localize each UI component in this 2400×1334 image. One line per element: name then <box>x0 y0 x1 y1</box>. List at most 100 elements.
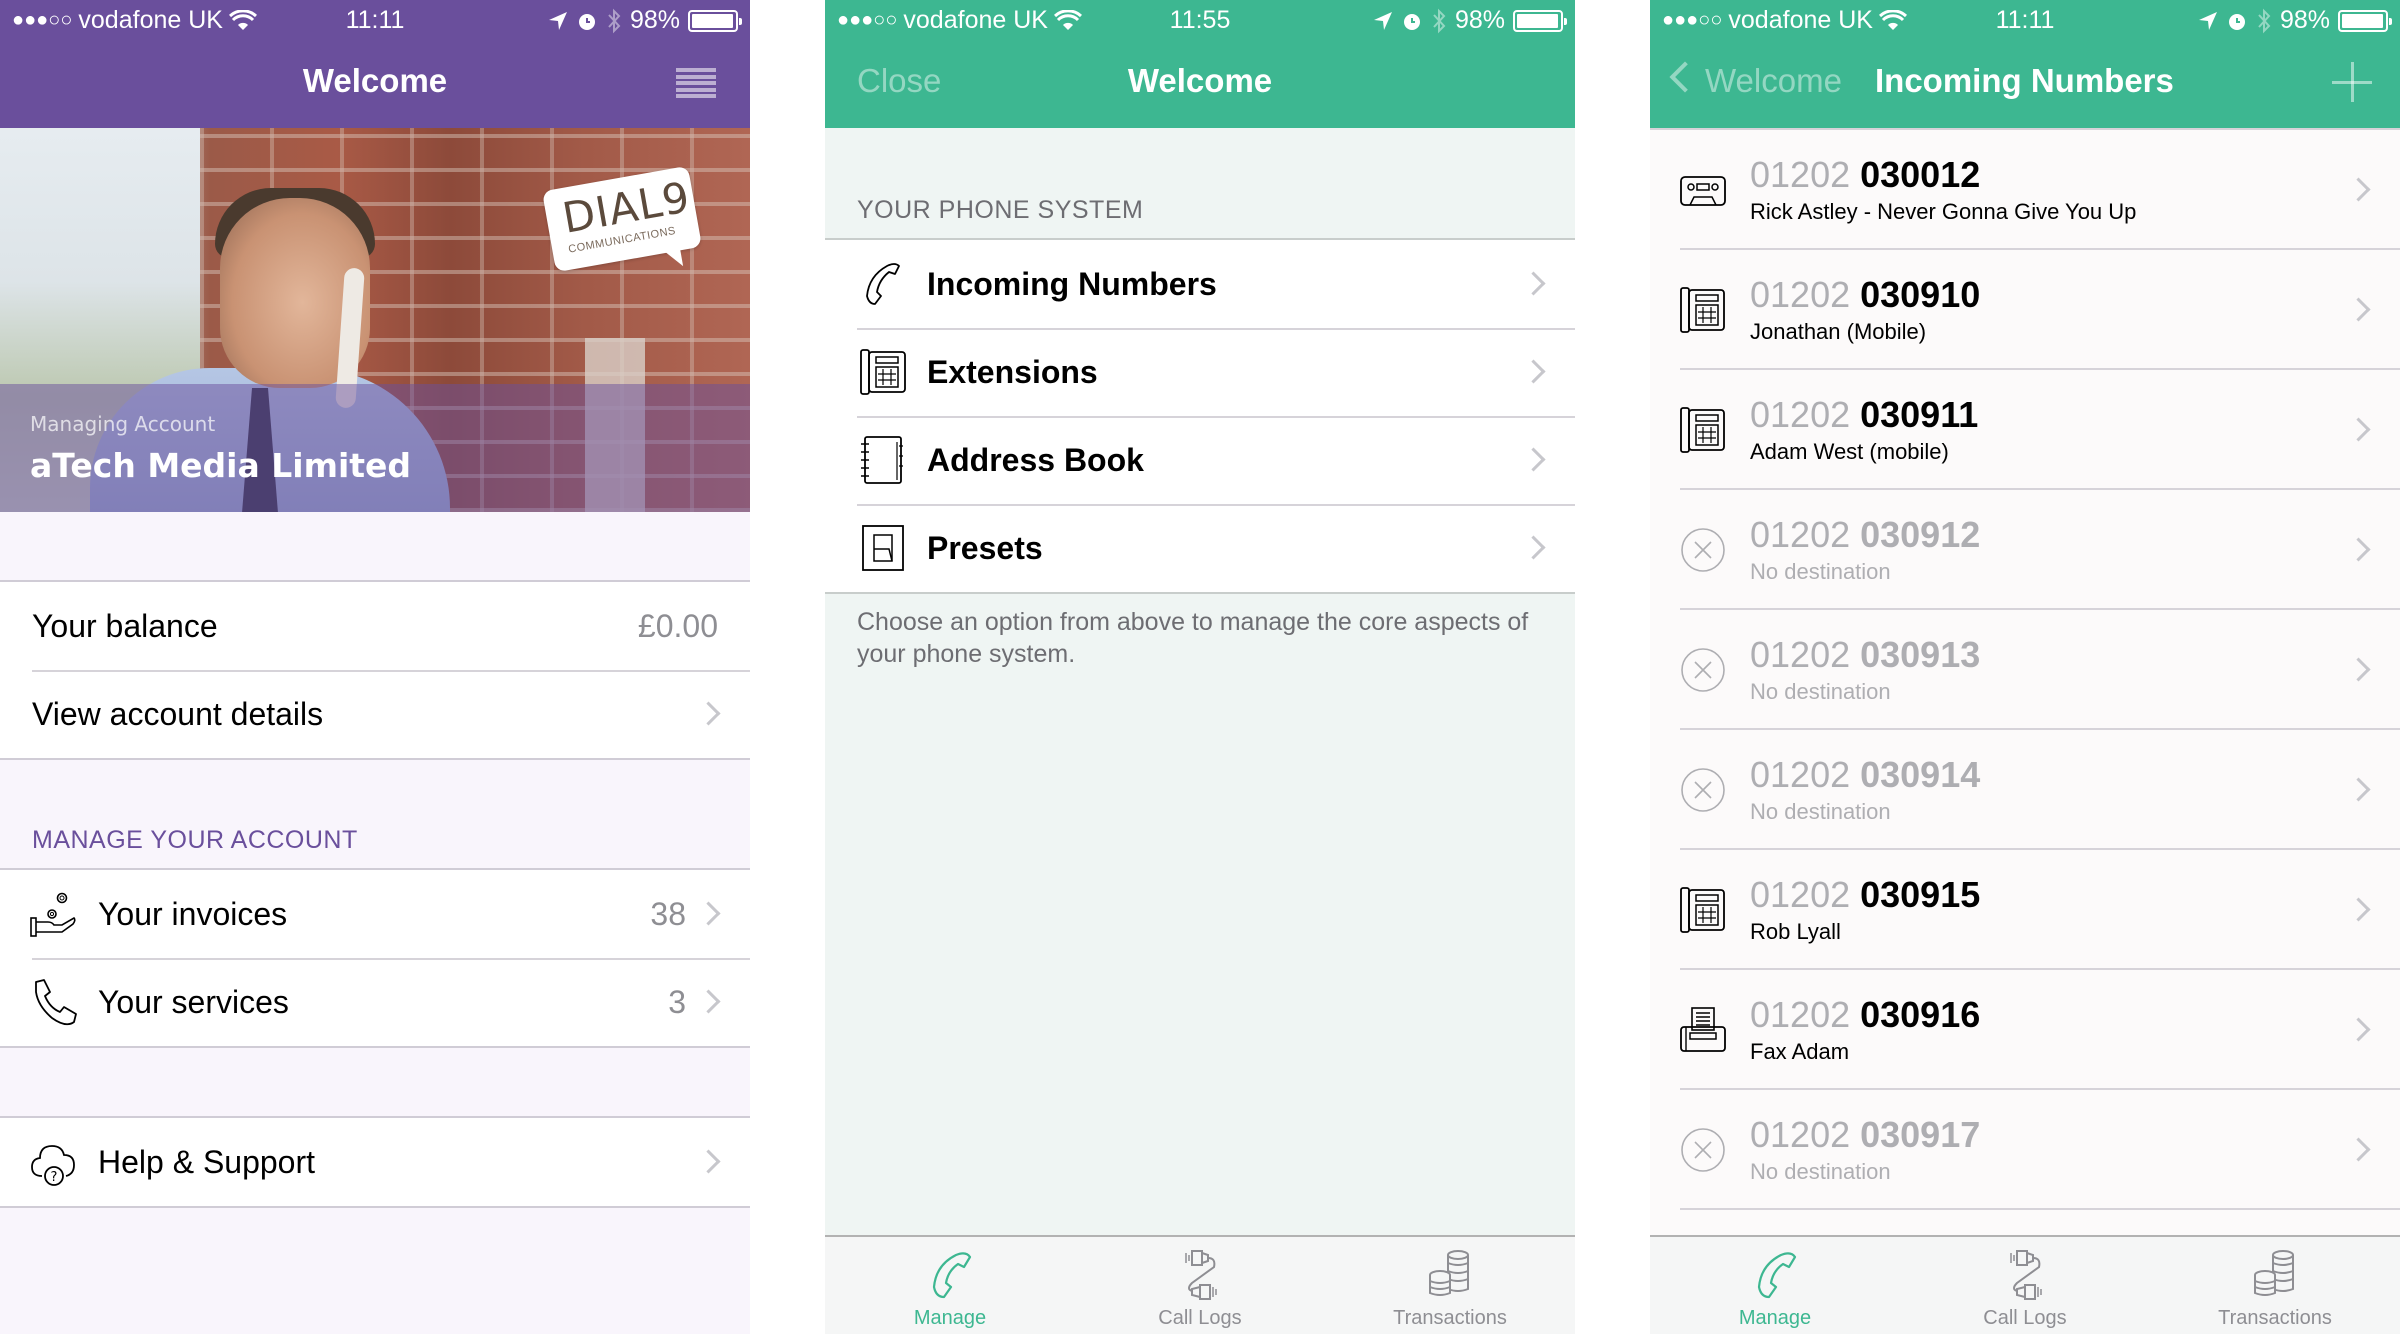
tab-bar: Manage Call Logs Transactions <box>825 1235 1575 1334</box>
services-count: 3 <box>668 983 686 1020</box>
balance-value: £0.00 <box>637 607 718 644</box>
incoming-number-row[interactable]: 01202 030910 Jonathan (Mobile) <box>1650 250 2400 370</box>
tab-manage[interactable]: Manage <box>825 1237 1075 1334</box>
alarm-icon <box>578 13 595 30</box>
chevron-right-icon <box>2350 175 2368 205</box>
account-screen: ●●●○○ vodafone UK 11:11 98% Welcome DIAL <box>0 0 750 1334</box>
bluetooth-icon <box>2258 8 2271 33</box>
number-destination: Adam West (mobile) <box>1750 439 1949 464</box>
presets-row[interactable]: Presets <box>825 504 1575 592</box>
tab-call-logs[interactable]: Call Logs <box>1075 1237 1325 1334</box>
chevron-right-icon <box>700 1147 718 1177</box>
tab-transactions[interactable]: Transactions <box>2150 1237 2400 1334</box>
invoice-count: 38 <box>650 895 686 932</box>
help-group: ? Help & Support <box>0 1116 750 1208</box>
extensions-row[interactable]: Extensions <box>825 328 1575 416</box>
number-digits: 030012 <box>1860 154 1981 195</box>
battery-icon <box>1513 9 1567 32</box>
number-prefix: 01202 <box>1750 154 1851 195</box>
incoming-number-row[interactable]: 01202 030914 No destination <box>1650 730 2400 850</box>
number-digits: 030912 <box>1860 514 1981 555</box>
chevron-right-icon <box>1525 357 1543 387</box>
switch-preset-icon <box>857 522 909 574</box>
tab-manage[interactable]: Manage <box>1650 1237 1900 1334</box>
number-digits: 030915 <box>1860 874 1981 915</box>
number-prefix: 01202 <box>1750 634 1851 675</box>
chevron-right-icon <box>700 899 718 929</box>
battery-percentage: 98% <box>1454 6 1505 34</box>
back-button[interactable]: Welcome <box>1705 62 1842 100</box>
desk-phone-icon <box>1678 885 1728 935</box>
manage-phone-icon <box>1757 1252 1797 1299</box>
chevron-right-icon <box>700 987 718 1017</box>
plus-icon[interactable] <box>2332 62 2372 102</box>
hero-banner: DIAL9 COMMUNICATIONS Managing Account aT… <box>0 128 750 512</box>
no-destination-icon <box>1678 645 1728 695</box>
number-digits: 030910 <box>1860 274 1981 315</box>
incoming-number-row[interactable]: 01202 030916 Fax Adam <box>1650 970 2400 1090</box>
number-prefix: 01202 <box>1750 514 1851 555</box>
desk-phone-icon <box>857 346 909 398</box>
number-digits: 030917 <box>1860 1114 1981 1155</box>
cassette-icon <box>1678 165 1728 215</box>
status-bar: ●●●○○ vodafone UK 11:11 98% <box>1650 0 2400 40</box>
chevron-right-icon <box>1525 445 1543 475</box>
number-destination: Fax Adam <box>1750 1039 1850 1064</box>
services-row[interactable]: Your services 3 <box>0 958 750 1046</box>
tab-transactions[interactable]: Transactions <box>1325 1237 1575 1334</box>
incoming-number-row[interactable]: 01202 030917 No destination <box>1650 1090 2400 1210</box>
number-destination: No destination <box>1750 679 1891 704</box>
chevron-right-icon <box>2350 655 2368 685</box>
number-destination: Rob Lyall <box>1750 919 1841 944</box>
desk-phone-icon <box>1678 405 1728 455</box>
coins-stack-icon <box>1429 1250 1469 1296</box>
phone-handset-icon <box>28 976 80 1028</box>
incoming-call-icon <box>857 258 909 310</box>
help-support-row[interactable]: ? Help & Support <box>0 1118 750 1206</box>
hamburger-menu-icon[interactable] <box>676 68 716 98</box>
number-destination: No destination <box>1750 799 1891 824</box>
location-arrow-icon <box>2198 11 2217 30</box>
number-prefix: 01202 <box>1750 394 1851 435</box>
incoming-numbers-row[interactable]: Incoming Numbers <box>825 240 1575 328</box>
number-prefix: 01202 <box>1750 1114 1851 1155</box>
fax-icon <box>1678 1005 1728 1055</box>
desk-phone-icon <box>1678 285 1728 335</box>
cloud-help-icon: ? <box>28 1136 80 1188</box>
call-logs-cable-icon <box>1185 1250 1217 1300</box>
address-book-icon <box>857 434 909 486</box>
incoming-number-row[interactable]: 01202 030012 Rick Astley - Never Gonna Giv… <box>1650 130 2400 250</box>
battery-icon <box>2338 9 2392 32</box>
phone-system-screen: ●●●○○ vodafone UK 11:55 98% Close Welcom… <box>825 0 1575 1334</box>
account-name: aTech Media Limited <box>30 446 412 485</box>
location-arrow-icon <box>548 11 567 30</box>
invoices-row[interactable]: Your invoices 38 <box>0 870 750 958</box>
address-book-row[interactable]: Address Book <box>825 416 1575 504</box>
chevron-right-icon <box>2350 775 2368 805</box>
balance-row[interactable]: Your balance £0.00 <box>0 582 750 670</box>
number-digits: 030916 <box>1860 994 1981 1035</box>
view-account-details-row[interactable]: View account details <box>0 670 750 758</box>
incoming-number-row[interactable]: 01202 030913 No destination <box>1650 610 2400 730</box>
incoming-number-row[interactable]: 01202 030915 Rob Lyall <box>1650 850 2400 970</box>
page-title: Welcome <box>302 62 448 99</box>
number-destination: No destination <box>1750 1159 1891 1184</box>
no-destination-icon <box>1678 765 1728 815</box>
number-destination: Jonathan (Mobile) <box>1750 319 1927 344</box>
chevron-right-icon <box>700 699 718 729</box>
number-digits: 030913 <box>1860 634 1981 675</box>
incoming-number-row[interactable]: 01202 030912 No destination <box>1650 490 2400 610</box>
phone-system-group: Incoming Numbers Extensions Address Book… <box>825 238 1575 594</box>
managing-account-label: Managing Account <box>30 412 216 436</box>
tab-call-logs[interactable]: Call Logs <box>1900 1237 2150 1334</box>
bluetooth-icon <box>1433 8 1446 33</box>
incoming-number-row[interactable]: 01202 030911 Adam West (mobile) <box>1650 370 2400 490</box>
no-destination-icon <box>1678 525 1728 575</box>
chevron-right-icon <box>2350 895 2368 925</box>
chevron-left-icon[interactable] <box>1669 61 1701 93</box>
phone-system-footer-note: Choose an option from above to manage th… <box>857 608 1529 668</box>
location-arrow-icon <box>1373 11 1392 30</box>
summary-group: Your balance £0.00 View account details <box>0 580 750 760</box>
incoming-numbers-screen: ●●●○○ vodafone UK 11:11 98% Welcome Inco… <box>1650 0 2400 1334</box>
navigation-bar: ●●●○○ vodafone UK 11:11 98% Welcome <box>0 0 750 128</box>
